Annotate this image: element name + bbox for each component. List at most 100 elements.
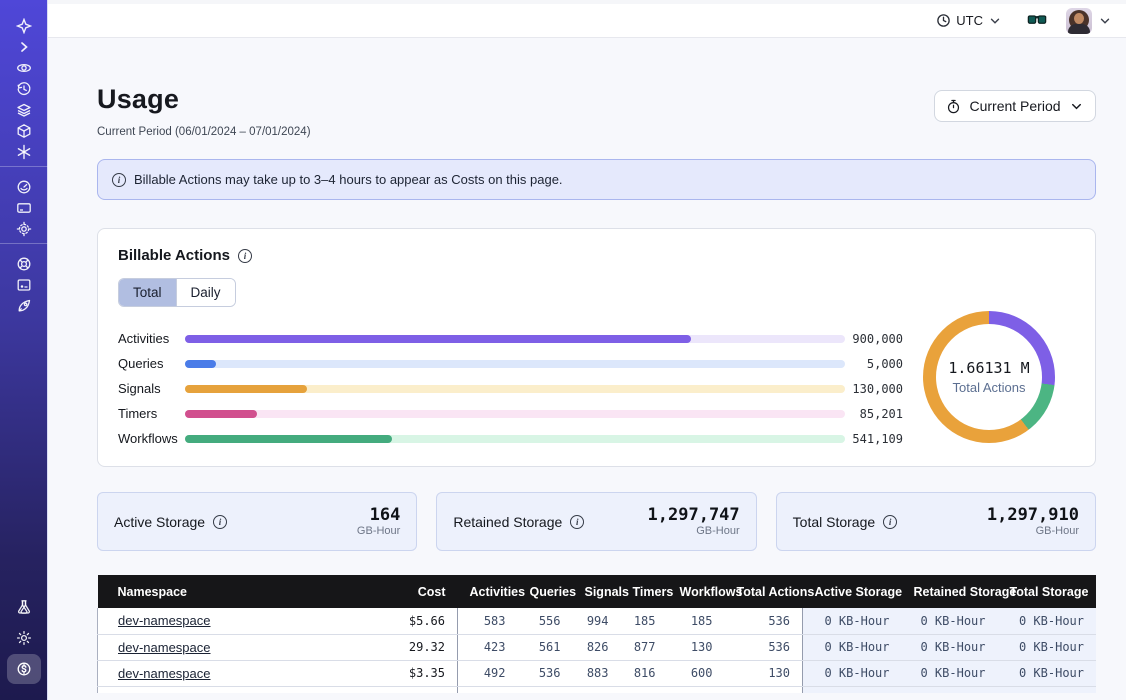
billable-actions-card: Billable Actions i Total Daily Activitie… <box>97 228 1096 467</box>
gauge-icon[interactable] <box>9 176 39 197</box>
history-clock-icon[interactable] <box>9 78 39 99</box>
cube-icon[interactable] <box>9 120 39 141</box>
col-queries: Queries <box>518 575 573 608</box>
retained-storage-cell: 0 KB-Hour <box>902 660 998 686</box>
support-lifebuoy-icon[interactable] <box>9 253 39 274</box>
storage-card-value: 1,297,910 <box>987 505 1079 525</box>
table-row-partial <box>98 686 1097 693</box>
billable-actions-tabs: Total Daily <box>118 278 236 307</box>
col-total-storage: Total Storage <box>998 575 1097 608</box>
layers-icon[interactable] <box>9 99 39 120</box>
retained-storage-cell: 0 KB-Hour <box>902 608 998 634</box>
bar-label: Timers <box>118 406 185 421</box>
info-icon[interactable]: i <box>570 515 584 529</box>
signals-cell: 826 <box>573 634 621 660</box>
col-retained-storage: Retained Storage <box>902 575 998 608</box>
docs-terminal-icon[interactable] <box>9 274 39 295</box>
page-title: Usage <box>97 84 179 115</box>
storage-card-unit: GB-Hour <box>987 525 1079 538</box>
sidebar-divider <box>0 243 48 244</box>
timezone-label: UTC <box>956 13 983 28</box>
activities-cell: 583 <box>458 608 518 634</box>
timers-cell: 185 <box>621 608 668 634</box>
sidebar-bottom <box>7 596 41 700</box>
period-button-label: Current Period <box>969 98 1060 114</box>
info-icon: i <box>112 173 126 187</box>
tab-daily[interactable]: Daily <box>176 279 235 306</box>
bar-label: Queries <box>118 356 185 371</box>
page-subtitle: Current Period (06/01/2024 – 07/01/2024) <box>97 126 311 138</box>
storage-card-unit: GB-Hour <box>648 525 740 538</box>
storage-card-value: 1,297,747 <box>648 505 740 525</box>
active-storage-cell: 0 KB-Hour <box>803 634 902 660</box>
total-actions-value: 1.66131 M <box>948 359 1029 377</box>
bar-fill <box>185 410 257 418</box>
namespace-link[interactable]: dev-namespace <box>118 640 211 655</box>
storage-cards-row: Active Storage i 164 GB-Hour Retained St… <box>97 492 1096 551</box>
table-row: dev-namespace $3.35 492 536 883 816 600 … <box>98 660 1097 686</box>
theme-sun-icon[interactable] <box>9 627 39 648</box>
total-storage-cell: 0 KB-Hour <box>998 660 1097 686</box>
namespace-link[interactable]: dev-namespace <box>118 613 211 628</box>
col-active-storage: Active Storage <box>803 575 902 608</box>
billing-card-icon[interactable] <box>9 197 39 218</box>
sidebar <box>0 0 48 700</box>
queries-cell: 536 <box>518 660 573 686</box>
cost-cell: 29.32 <box>368 634 458 660</box>
bar-label: Workflows <box>118 431 185 446</box>
chart-row-queries: Queries 5,000 <box>118 351 908 376</box>
collapse-chevron-icon[interactable] <box>9 36 39 57</box>
table-row: dev-namespace $5.66 583 556 994 185 185 … <box>98 608 1097 634</box>
bar-fill <box>185 360 216 368</box>
cost-cell: $3.35 <box>368 660 458 686</box>
col-namespace: Namespace <box>98 575 368 608</box>
info-icon[interactable]: i <box>883 515 897 529</box>
billable-actions-title: Billable Actions i <box>118 247 1075 264</box>
bar-value: 541,109 <box>845 432 905 446</box>
storage-card-value: 164 <box>357 505 400 525</box>
info-banner-text: Billable Actions may take up to 3–4 hour… <box>134 172 563 187</box>
timezone-selector[interactable]: UTC <box>930 9 1008 32</box>
namespace-usage-table: Namespace Cost Activities Queries Signal… <box>97 575 1096 693</box>
total-storage-card: Total Storage i 1,297,910 GB-Hour <box>776 492 1096 551</box>
info-icon[interactable]: i <box>238 249 252 263</box>
bar-value: 85,201 <box>845 407 905 421</box>
workflows-cell: 600 <box>668 660 725 686</box>
chart-row-activities: Activities 900,000 <box>118 326 908 351</box>
total-actions-cell: 130 <box>725 660 803 686</box>
bar-value: 5,000 <box>845 357 905 371</box>
lab-flask-icon[interactable] <box>9 596 39 617</box>
bar-fill <box>185 385 307 393</box>
settings-gear-icon[interactable] <box>9 218 39 239</box>
usage-dollar-icon[interactable] <box>7 654 41 684</box>
namespace-link[interactable]: dev-namespace <box>118 666 211 681</box>
account-chevron-down-icon[interactable] <box>1098 14 1112 28</box>
asterisk-icon[interactable] <box>9 141 39 162</box>
rocket-icon[interactable] <box>9 295 39 316</box>
chevron-down-icon <box>1069 99 1084 114</box>
chart-row-timers: Timers 85,201 <box>118 401 908 426</box>
info-icon[interactable]: i <box>213 515 227 529</box>
temporal-logo-icon[interactable] <box>9 15 39 36</box>
bar-value: 130,000 <box>845 382 905 396</box>
avatar[interactable] <box>1066 8 1092 34</box>
tab-total[interactable]: Total <box>119 279 176 306</box>
signals-cell: 994 <box>573 608 621 634</box>
topbar: UTC <box>48 4 1126 38</box>
info-banner: i Billable Actions may take up to 3–4 ho… <box>97 159 1096 200</box>
col-workflows: Workflows <box>668 575 725 608</box>
glasses-icon[interactable] <box>1024 10 1050 32</box>
bar-label: Activities <box>118 331 185 346</box>
table-header: Namespace Cost Activities Queries Signal… <box>98 575 1097 608</box>
main-content: Usage Current Period (06/01/2024 – 07/01… <box>48 38 1126 700</box>
total-actions-donut-wrap: 1.66131 M Total Actions <box>923 311 1055 443</box>
bar-fill <box>185 435 392 443</box>
billable-actions-bar-chart: Activities 900,000 Queries 5,000 Signals… <box>118 326 908 451</box>
current-period-button[interactable]: Current Period <box>934 90 1096 122</box>
active-storage-card: Active Storage i 164 GB-Hour <box>97 492 417 551</box>
namespaces-icon[interactable] <box>9 57 39 78</box>
storage-card-label: Total Storage i <box>793 514 898 530</box>
storage-card-label: Active Storage i <box>114 514 227 530</box>
activities-cell: 423 <box>458 634 518 660</box>
bar-track <box>185 385 845 393</box>
